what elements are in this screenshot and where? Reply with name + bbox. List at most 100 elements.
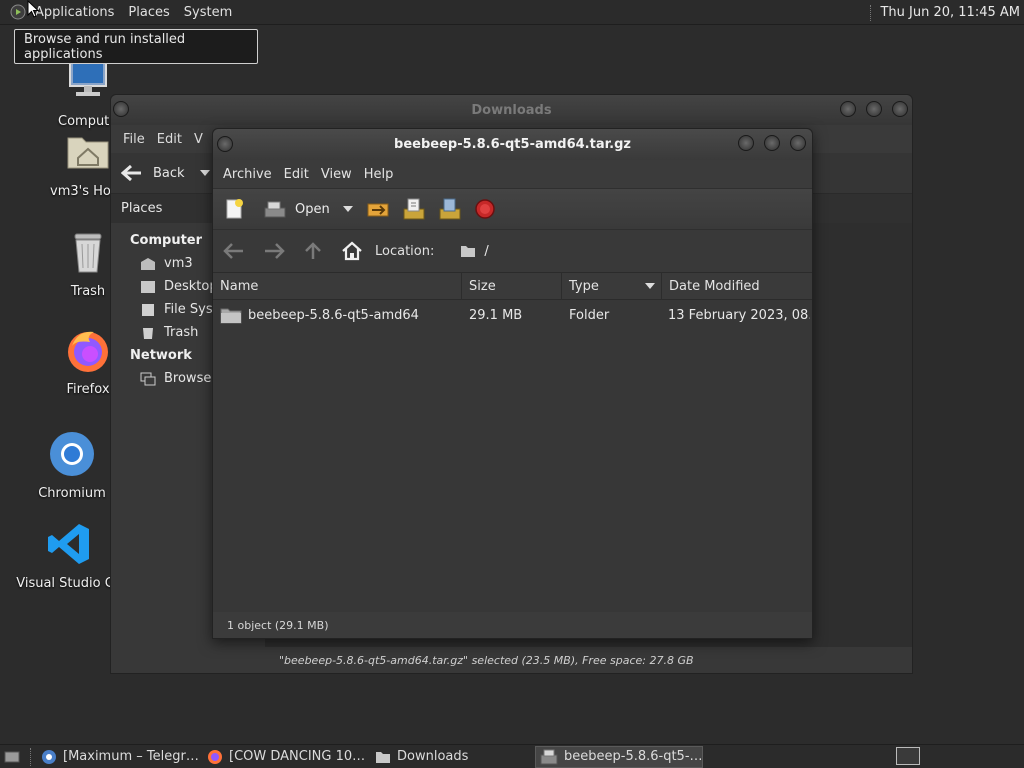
- add-folder-icon: [439, 198, 461, 220]
- desktop-icon-vscode[interactable]: Visual Studio Co: [14, 520, 124, 591]
- chevron-down-icon: [342, 206, 353, 212]
- go-home-button[interactable]: [341, 241, 363, 261]
- desktop-icon: [141, 280, 155, 293]
- show-desktop-button[interactable]: [0, 746, 24, 768]
- taskbar-item-downloads[interactable]: Downloads: [371, 746, 535, 768]
- taskbar-item-beebeep-archive[interactable]: beebeep-5.8.6-qt5-…: [535, 745, 703, 768]
- places-dropdown[interactable]: Places: [111, 201, 162, 216]
- archive-manager-titlebar[interactable]: beebeep-5.8.6-qt5-amd64.tar.gz: [213, 129, 812, 160]
- menu-view[interactable]: V: [188, 132, 209, 147]
- go-back-button[interactable]: [223, 242, 245, 260]
- vscode-icon: [48, 524, 89, 564]
- panel-separator: [870, 4, 872, 21]
- add-folder-button[interactable]: [438, 197, 462, 221]
- bottom-taskbar: [Maximum – Telegr… [COW DANCING 10… Down…: [0, 744, 1024, 768]
- archive-manager-statusbar: 1 object (29.1 MB): [213, 612, 812, 638]
- archive-manager-window[interactable]: beebeep-5.8.6-qt5-amd64.tar.gz Archive E…: [212, 128, 813, 639]
- home-folder-icon: [67, 137, 109, 169]
- menu-view[interactable]: View: [315, 167, 358, 182]
- minimize-button[interactable]: [738, 135, 754, 151]
- stop-button[interactable]: [474, 198, 496, 220]
- add-files-button[interactable]: [402, 197, 426, 221]
- open-archive-button[interactable]: Open: [263, 199, 330, 219]
- firefox-icon: [68, 331, 108, 372]
- menu-applications[interactable]: Applications: [28, 5, 121, 20]
- new-document-icon: [226, 199, 243, 219]
- column-header-label: Name: [220, 278, 259, 294]
- show-desktop-icon: [4, 751, 20, 762]
- desktop-icon-label: Chromium: [38, 486, 106, 501]
- desktop-icon-chromium[interactable]: Chromium: [24, 430, 120, 501]
- column-header-date-modified[interactable]: Date Modified: [662, 272, 812, 300]
- desktop-icon-label: Visual Studio Co: [16, 576, 122, 591]
- menu-places[interactable]: Places: [121, 5, 176, 20]
- close-button[interactable]: [790, 135, 806, 151]
- archive-manager-toolbar: Open: [213, 188, 812, 230]
- location-path-text: /: [484, 243, 489, 259]
- column-header-size[interactable]: Size: [462, 272, 562, 300]
- up-arrow-icon: [305, 242, 321, 259]
- taskbar-item-label: [Maximum – Telegr…: [63, 749, 199, 764]
- sidebar-item-label: File Syst: [164, 302, 218, 317]
- go-forward-button[interactable]: [263, 242, 285, 260]
- taskbar-separator: [30, 747, 31, 766]
- menu-system[interactable]: System: [177, 5, 239, 20]
- top-panel: Applications Places System Thu Jun 20, 1…: [0, 0, 1024, 25]
- new-archive-button[interactable]: [223, 198, 245, 220]
- menu-edit[interactable]: Edit: [151, 132, 188, 147]
- archive-manager-menubar: Archive Edit View Help: [213, 160, 812, 188]
- menu-archive[interactable]: Archive: [217, 167, 278, 182]
- menu-edit[interactable]: Edit: [278, 167, 315, 182]
- taskbar-item-label: beebeep-5.8.6-qt5-…: [564, 749, 703, 764]
- home-icon: [141, 257, 155, 270]
- open-button-label: Open: [295, 201, 330, 217]
- maximize-button[interactable]: [866, 101, 882, 117]
- open-dropdown-button[interactable]: [342, 204, 354, 214]
- firefox-icon: [208, 749, 222, 764]
- trash-icon: [74, 233, 102, 273]
- applications-icon[interactable]: [10, 4, 26, 20]
- maximize-button[interactable]: [764, 135, 780, 151]
- clock[interactable]: Thu Jun 20, 11:45 AM: [880, 5, 1024, 20]
- trash-icon: [143, 327, 153, 339]
- row-type: Folder: [569, 307, 610, 323]
- column-header-label: Date Modified: [669, 278, 760, 294]
- network-icon: [140, 372, 156, 385]
- file-manager-statusbar: "beebeep-5.8.6-qt5-amd64.tar.gz" selecte…: [265, 647, 912, 673]
- taskbar-item-telegram[interactable]: [Maximum – Telegr…: [37, 746, 203, 768]
- row-size: 29.1 MB: [469, 307, 523, 323]
- sidebar-item-label: Trash: [164, 325, 199, 340]
- menu-help[interactable]: Help: [358, 167, 400, 182]
- back-dropdown-icon[interactable]: [199, 168, 211, 178]
- location-path[interactable]: /: [460, 243, 489, 259]
- home-icon: [342, 241, 362, 261]
- file-list[interactable]: beebeep-5.8.6-qt5-amd64 29.1 MB Folder 1…: [213, 300, 812, 612]
- applications-tooltip: Browse and run installed applications: [14, 29, 258, 64]
- go-up-button[interactable]: [303, 241, 323, 261]
- back-arrow-icon: [223, 243, 243, 259]
- workspace-switcher[interactable]: [896, 747, 920, 765]
- extract-button[interactable]: [366, 198, 390, 220]
- close-button[interactable]: [892, 101, 908, 117]
- table-row[interactable]: beebeep-5.8.6-qt5-amd64 29.1 MB Folder 1…: [213, 300, 812, 330]
- extract-icon: [367, 203, 389, 217]
- column-header-name[interactable]: Name: [213, 272, 462, 300]
- minimize-button[interactable]: [840, 101, 856, 117]
- open-archive-icon: [264, 201, 286, 218]
- file-manager-titlebar[interactable]: Downloads: [111, 95, 912, 125]
- column-header-type[interactable]: Type: [562, 272, 662, 300]
- drive-icon: [142, 303, 154, 316]
- back-button[interactable]: Back: [153, 166, 185, 181]
- add-files-icon: [403, 198, 425, 220]
- chromium-icon: [50, 432, 94, 476]
- taskbar-item-cow-dancing[interactable]: [COW DANCING 10…: [203, 746, 371, 768]
- menu-file[interactable]: File: [117, 132, 151, 147]
- folder-icon: [461, 246, 476, 257]
- window-menu-button[interactable]: [113, 101, 129, 117]
- row-date-modified: 13 February 2023, 08…: [668, 307, 810, 323]
- back-arrow-icon[interactable]: [121, 164, 143, 182]
- location-label: Location:: [375, 243, 435, 259]
- location-bar: Location: /: [213, 230, 812, 272]
- browser-icon: [42, 749, 56, 764]
- window-menu-button[interactable]: [217, 136, 233, 152]
